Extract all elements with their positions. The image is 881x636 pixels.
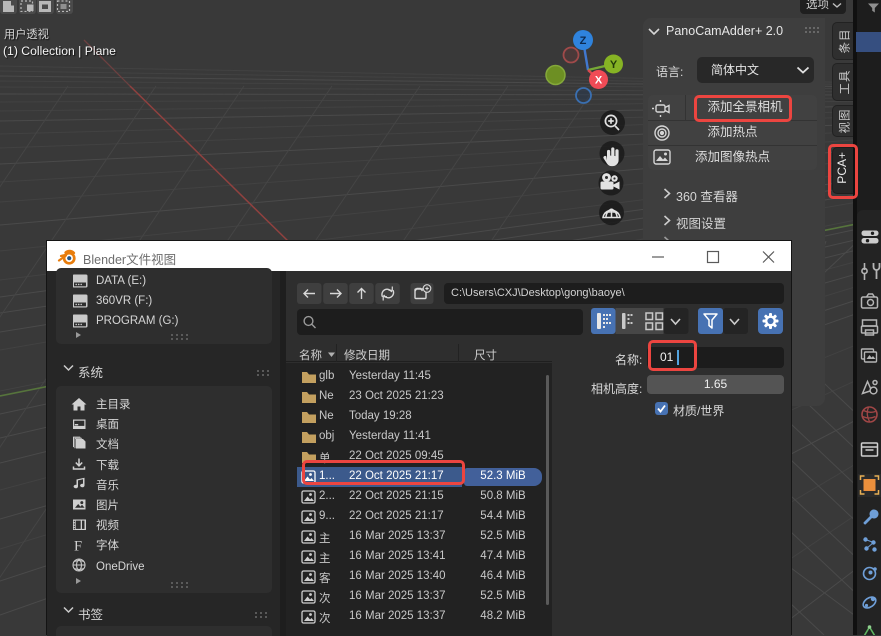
svg-text:Y: Y — [610, 59, 618, 71]
svg-text:Z: Z — [580, 35, 587, 47]
svg-text:F: F — [74, 539, 82, 555]
svg-text:X: X — [595, 75, 603, 87]
